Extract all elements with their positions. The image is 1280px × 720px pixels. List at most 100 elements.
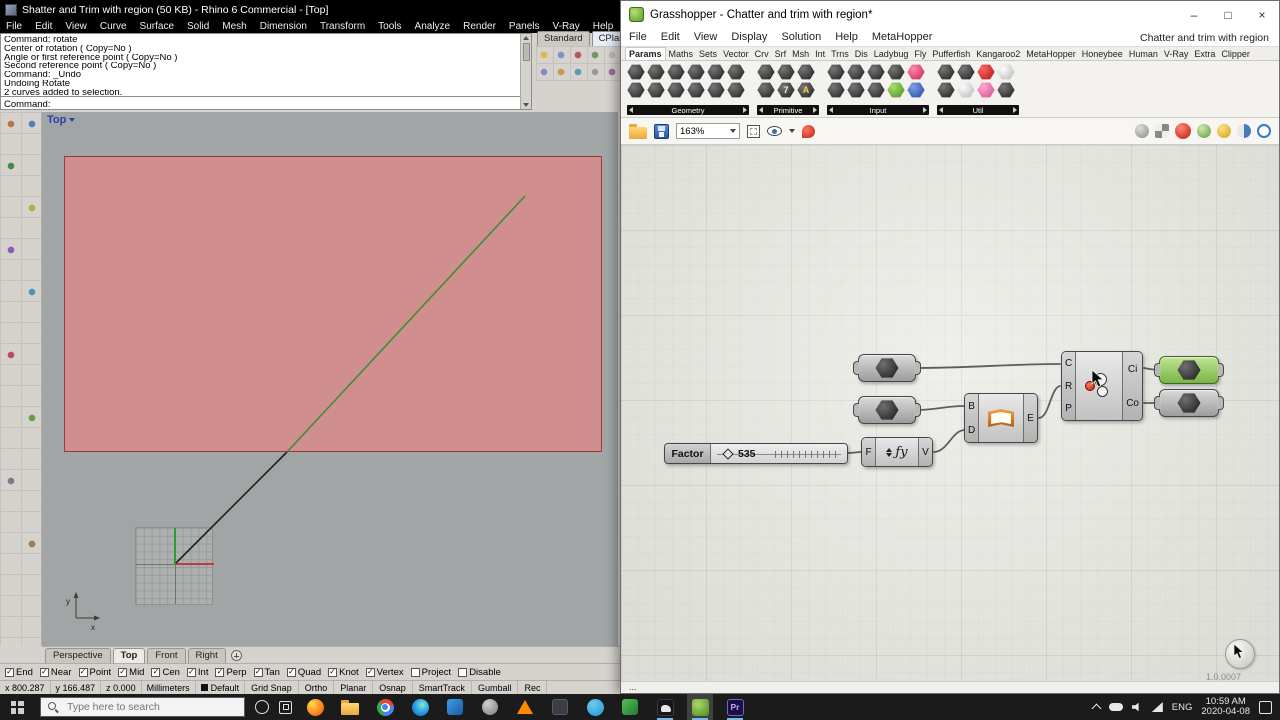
osnap-toggle[interactable]: End [5, 667, 33, 678]
component-icon[interactable] [627, 64, 645, 80]
scroll-left-icon[interactable] [939, 107, 943, 113]
component-tab[interactable]: Dis [852, 48, 871, 60]
input-curve[interactable]: C [1062, 352, 1075, 375]
grasshopper-menu-item[interactable]: Solution [781, 31, 821, 43]
skype-app-icon[interactable] [582, 694, 608, 720]
slider-name[interactable]: Factor [665, 444, 711, 463]
viewport-curves[interactable] [42, 112, 618, 646]
firefox-app-icon[interactable] [302, 694, 328, 720]
status-toggle[interactable]: Grid Snap [245, 681, 299, 694]
component-icon[interactable] [937, 64, 955, 80]
toggle-icon[interactable] [907, 82, 925, 98]
clock[interactable]: 10:59 AM 2020-04-08 [1201, 696, 1250, 718]
cherry-picker-icon[interactable] [977, 64, 995, 80]
rhino-menu-item[interactable]: Mesh [222, 21, 246, 32]
status-toggle[interactable]: Osnap [373, 681, 413, 694]
taskbar-app-icon[interactable] [442, 694, 468, 720]
osnap-toggle[interactable]: Knot [328, 667, 359, 678]
language-indicator[interactable]: ENG [1172, 702, 1193, 713]
component-tab[interactable]: Kangaroo2 [973, 48, 1023, 60]
osnap-toggle[interactable]: Cen [151, 667, 180, 678]
rhino-tool-sidebar[interactable] [0, 112, 42, 646]
component-tab[interactable]: Params [625, 47, 666, 60]
integer-param-icon[interactable]: 7 [777, 82, 795, 98]
component-tab[interactable]: Vector [720, 48, 752, 60]
open-file-icon[interactable] [629, 123, 647, 139]
grasshopper-menu-item[interactable]: File [629, 31, 647, 43]
status-toggle[interactable]: Gumball [472, 681, 519, 694]
component-icon[interactable] [937, 82, 955, 98]
rhino-toolbar-icons[interactable] [536, 46, 620, 81]
chevron-down-icon[interactable] [789, 129, 795, 133]
chevron-down-icon[interactable] [69, 118, 76, 122]
component-icon[interactable] [707, 82, 725, 98]
palette-group-label[interactable]: Util [937, 105, 1019, 115]
trim-with-region-component[interactable]: C R P Ci Co [1061, 351, 1143, 421]
tray-expand-icon[interactable] [1091, 703, 1102, 714]
component-icon[interactable] [647, 82, 665, 98]
canvas-paint-icon[interactable] [802, 124, 815, 138]
preview-icon[interactable] [767, 126, 782, 136]
expression-component[interactable]: F ƒy V [861, 437, 933, 467]
component-body[interactable] [979, 394, 1023, 442]
toolbar-tab[interactable]: Standard [537, 31, 590, 46]
checkbox-icon[interactable] [410, 667, 420, 677]
osnap-toggle[interactable]: Perp [215, 667, 247, 678]
checkbox-icon[interactable] [39, 667, 49, 677]
scroll-thumb[interactable] [522, 43, 530, 61]
vlc-app-icon[interactable] [512, 694, 538, 720]
rhino-menu-item[interactable]: Render [463, 21, 496, 32]
osnap-toggle[interactable]: Vertex [365, 667, 404, 678]
wireframe-toggle-icon[interactable] [1155, 124, 1169, 138]
checkbox-icon[interactable] [215, 667, 225, 677]
component-icon[interactable] [957, 64, 975, 80]
grasshopper-titlebar[interactable]: Grasshopper - Chatter and trim with regi… [621, 1, 1279, 28]
rhino-menu-item[interactable]: Dimension [260, 21, 307, 32]
component-icon[interactable] [997, 82, 1015, 98]
expression-icon[interactable]: ƒy [876, 438, 918, 466]
top-viewport[interactable]: Top y x [42, 112, 618, 646]
component-body[interactable] [1076, 352, 1123, 420]
component-icon[interactable] [687, 64, 705, 80]
minimize-button[interactable]: – [1177, 1, 1211, 28]
osnap-toggle[interactable]: Tan [253, 667, 280, 678]
osnap-toggle[interactable]: Near [39, 667, 72, 678]
flask-icon[interactable] [977, 82, 995, 98]
component-tab[interactable]: Pufferfish [929, 48, 973, 60]
component-tab[interactable]: Clipper [1218, 48, 1253, 60]
input-b[interactable]: B [965, 394, 978, 418]
palette-group-label[interactable]: Input [827, 105, 929, 115]
action-center-icon[interactable] [1259, 700, 1272, 714]
component-tab[interactable]: Int [812, 48, 828, 60]
output-inside[interactable]: Ci [1123, 352, 1142, 386]
component-icon[interactable] [847, 82, 865, 98]
network-icon[interactable] [1151, 702, 1163, 712]
rhino-menu-item[interactable]: Solid [187, 21, 209, 32]
component-icon[interactable] [847, 64, 865, 80]
rhino-menu-item[interactable]: Analyze [415, 21, 451, 32]
checkbox-icon[interactable] [151, 667, 161, 677]
cortana-icon[interactable] [255, 700, 269, 714]
osnap-toggle[interactable]: Mid [118, 667, 144, 678]
component-tab[interactable]: MetaHopper [1023, 48, 1079, 60]
scroll-left-icon[interactable] [829, 107, 833, 113]
gradient-icon[interactable] [907, 64, 925, 80]
input-region[interactable]: R [1062, 375, 1075, 398]
taskbar-app-icon[interactable] [547, 694, 573, 720]
component-tab[interactable]: Human [1126, 48, 1161, 60]
grasshopper-menu-item[interactable]: Help [835, 31, 858, 43]
component-tab[interactable]: Ladybug [871, 48, 912, 60]
component-icon[interactable] [777, 64, 795, 80]
rhino-titlebar[interactable]: Shatter and Trim with region (50 KB) - R… [0, 0, 620, 20]
rhino-menu-item[interactable]: Transform [320, 21, 365, 32]
component-icon[interactable] [887, 64, 905, 80]
component-icon[interactable] [727, 64, 745, 80]
hidden-preview-icon[interactable] [1237, 124, 1251, 138]
number-slider[interactable]: Factor 535 [664, 443, 848, 464]
scroll-down-icon[interactable] [523, 103, 529, 107]
rhino-menu-item[interactable]: Curve [100, 21, 127, 32]
curve-param-component[interactable] [1159, 389, 1219, 417]
command-scrollbar[interactable] [520, 34, 531, 109]
status-toggle[interactable]: Rec [518, 681, 548, 694]
osnap-toggle[interactable]: Point [78, 667, 111, 678]
